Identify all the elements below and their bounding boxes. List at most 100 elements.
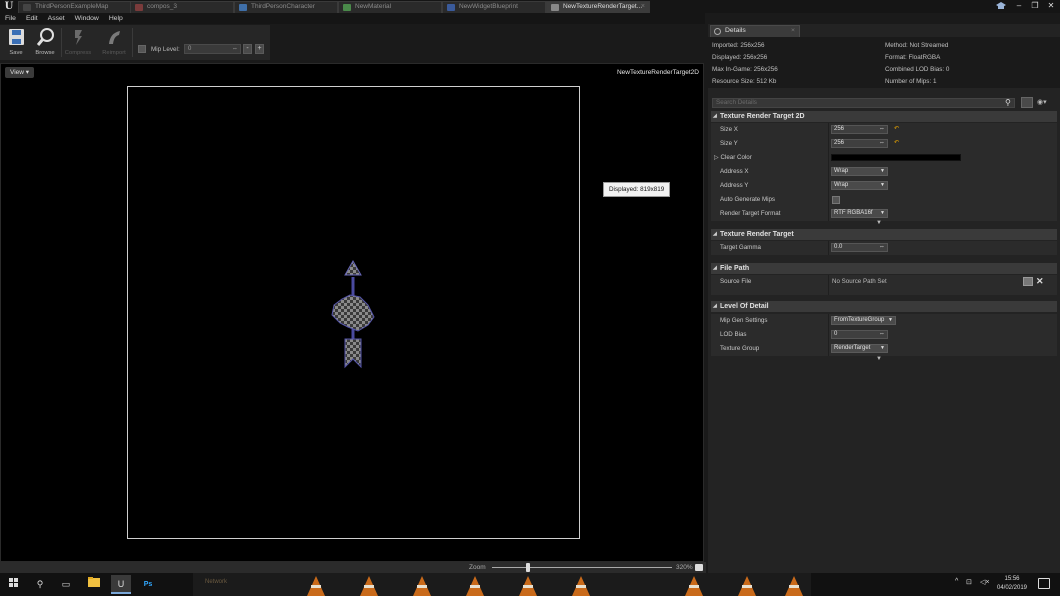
chevron-down-icon: ▼ [888, 317, 893, 323]
browse-button[interactable]: Browse [31, 26, 59, 59]
volume-icon[interactable]: ◁× [980, 578, 989, 586]
target-gamma-input[interactable]: 0.0 ⇔ [831, 243, 888, 252]
texture-info: Imported: 256x256 Displayed: 256x256 Max… [708, 37, 1060, 88]
reset-to-default-icon[interactable]: ↶ [894, 140, 899, 147]
zoom-slider-handle[interactable] [526, 563, 530, 572]
menu-window[interactable]: Window [75, 13, 99, 24]
spinner-icon: ⇔ [879, 140, 885, 146]
info-imported: Imported: 256x256 [712, 42, 765, 49]
render-target-format-dropdown[interactable]: RTF RGBA16f ▼ [831, 209, 888, 218]
source-file-value: No Source Path Set [832, 278, 887, 285]
mip-gen-settings-dropdown[interactable]: FromTextureGroup ▼ [831, 316, 896, 325]
menu-edit[interactable]: Edit [26, 13, 38, 24]
texture-viewport[interactable]: View ▾ NewTextureRenderTarget2D [0, 63, 704, 562]
size-y-input[interactable]: 256 ⇔ [831, 139, 888, 148]
mip-decrease-button[interactable]: - [243, 44, 252, 54]
info-format: Format: FloatRGBA [885, 54, 941, 61]
task-view-icon[interactable]: ▭ [56, 575, 76, 594]
section-texture-render-target-2d[interactable]: ◢ Texture Render Target 2D [711, 111, 1057, 122]
compress-icon [70, 28, 87, 46]
expand-arrow-icon[interactable]: ▷ [714, 154, 719, 161]
auto-generate-mips-checkbox[interactable] [832, 196, 840, 204]
texture-group-dropdown[interactable]: RenderTarget ▼ [831, 344, 888, 353]
notifications-icon[interactable] [1038, 578, 1050, 589]
minimize-icon[interactable]: – [1012, 1, 1026, 11]
unreal-editor-taskbar-icon[interactable]: U [111, 575, 131, 594]
graduation-cap-icon[interactable] [996, 2, 1006, 10]
fit-to-window-icon[interactable] [695, 564, 703, 571]
unreal-logo-icon[interactable]: U [2, 0, 16, 13]
search-details-input[interactable]: Search Details [712, 98, 1015, 108]
window-controls: – ❐ ✕ [1012, 1, 1058, 12]
tab-details[interactable]: Details × [710, 25, 800, 37]
compress-button[interactable]: Compress [64, 26, 92, 59]
section-level-of-detail[interactable]: ◢ Level Of Detail [711, 301, 1057, 312]
info-num-mips: Number of Mips: 1 [885, 78, 937, 85]
system-clock[interactable]: 15:56 04/02/2019 [990, 575, 1034, 593]
menu-help[interactable]: Help [109, 13, 123, 24]
windows-start-icon[interactable] [3, 575, 23, 594]
section-file-path[interactable]: ◢ File Path [711, 263, 1057, 274]
mip-increase-button[interactable]: + [255, 44, 264, 54]
tab-thirdpersoncharacter[interactable]: ThirdPersonCharacter [234, 1, 338, 13]
tab-compos-3[interactable]: compos_3 [130, 1, 234, 13]
row-lod-bias: LOD Bias 0 ⇔ [711, 328, 1057, 342]
section-texture-render-target[interactable]: ◢ Texture Render Target [711, 229, 1057, 240]
save-button[interactable]: Save [2, 26, 30, 59]
address-x-dropdown[interactable]: Wrap ▼ [831, 167, 888, 176]
search-icon[interactable]: ⚲ [30, 575, 50, 594]
property-matrix-icon[interactable] [1021, 97, 1033, 108]
windows-taskbar: ⚲ ▭ U Ps Network ^ ⊡ ◁× 15:56 04/02/2019 [0, 573, 1060, 596]
mip-level-input[interactable]: 0 ⇔ [184, 44, 241, 54]
show-hidden-icons-icon[interactable]: ^ [955, 578, 958, 585]
photoshop-icon[interactable]: Ps [138, 575, 158, 594]
address-y-dropdown[interactable]: Wrap ▼ [831, 181, 888, 190]
row-source-file: Source File No Source Path Set ✕ [711, 275, 1057, 295]
chevron-down-icon: ▼ [880, 168, 885, 174]
row-size-x: Size X 256 ⇔ ↶ [711, 123, 1057, 137]
info-icon [714, 28, 721, 35]
tab-thirdpersonexamplemap[interactable]: ThirdPersonExampleMap [18, 1, 132, 13]
close-tab-icon[interactable]: × [791, 26, 795, 36]
tab-newwidgetblueprint[interactable]: NewWidgetBlueprint [442, 1, 546, 13]
mip-level-checkbox[interactable] [138, 45, 146, 53]
info-max-ingame: Max In-Game: 256x256 [712, 66, 778, 73]
network-icon[interactable]: ⊡ [966, 578, 972, 586]
cone-icon [307, 576, 325, 596]
lod-bias-input[interactable]: 0 ⇔ [831, 330, 888, 339]
show-advanced-icon[interactable]: ▼ [876, 220, 882, 226]
show-advanced-icon[interactable]: ▼ [876, 356, 882, 362]
close-tab-icon[interactable]: × [641, 2, 645, 12]
size-x-input[interactable]: 256 ⇔ [831, 125, 888, 134]
reimport-icon [106, 28, 123, 46]
zoom-label: Zoom [469, 564, 486, 571]
zoom-slider[interactable] [492, 567, 672, 568]
arrow-sprite-icon [331, 259, 375, 369]
row-render-target-format: Render Target Format RTF RGBA16f ▼ [711, 207, 1057, 221]
info-resource-size: Resource Size: 512 Kb [712, 78, 777, 85]
network-label: Network [205, 579, 228, 585]
cone-icon [685, 576, 703, 596]
restore-icon[interactable]: ❐ [1028, 1, 1042, 11]
material-icon [343, 4, 351, 11]
chevron-down-icon: ▼ [880, 345, 885, 351]
row-address-x: Address X Wrap ▼ [711, 165, 1057, 179]
spinner-icon: ⇔ [879, 126, 885, 132]
search-icon: ⚲ [1005, 98, 1011, 107]
tab-newmaterial[interactable]: NewMaterial [338, 1, 442, 13]
file-explorer-icon[interactable] [84, 575, 104, 594]
taskbar-wallpaper: Network [193, 573, 811, 596]
tab-newtexturerendertarget[interactable]: NewTextureRenderTarget... × [546, 1, 650, 13]
chevron-down-icon: ▼ [880, 210, 885, 216]
browse-folder-icon[interactable] [1023, 277, 1033, 286]
reimport-button[interactable]: Reimport [100, 26, 128, 59]
collapse-arrow-icon: ◢ [713, 265, 717, 271]
eye-icon[interactable]: ◉▾ [1037, 99, 1052, 107]
menu-asset[interactable]: Asset [48, 13, 65, 24]
reset-to-default-icon[interactable]: ↶ [894, 126, 899, 133]
menu-file[interactable]: File [5, 13, 16, 24]
close-window-icon[interactable]: ✕ [1044, 1, 1058, 11]
clear-path-icon[interactable]: ✕ [1036, 275, 1044, 287]
clear-color-swatch[interactable] [831, 154, 961, 161]
view-options-button[interactable]: View ▾ [5, 67, 35, 78]
